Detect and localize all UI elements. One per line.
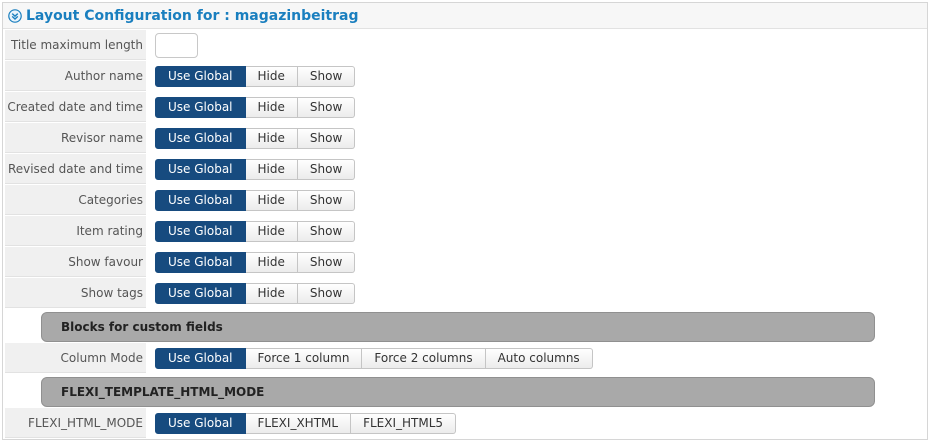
revised-date-and-time-show-button[interactable]: Show — [297, 159, 356, 180]
revised-date-and-time-row: Revised date and time Use Global Hide Show — [5, 154, 925, 184]
created-date-and-time-button-group: Use Global Hide Show — [155, 97, 356, 118]
column-mode-use-global-button[interactable]: Use Global — [155, 348, 246, 369]
show-favour-show-button[interactable]: Show — [297, 252, 356, 273]
item-rating-label: Item rating — [5, 216, 146, 246]
revised-date-and-time-hide-button[interactable]: Hide — [245, 159, 298, 180]
chevron-down-circle-icon[interactable] — [8, 9, 22, 23]
categories-show-button[interactable]: Show — [297, 190, 356, 211]
panel-title: Layout Configuration for : magazinbeitra… — [26, 8, 359, 24]
show-favour-button-group: Use Global Hide Show — [155, 252, 356, 273]
column-mode-force-2-columns-button[interactable]: Force 2 columns — [362, 348, 486, 369]
show-tags-row: Show tags Use Global Hide Show — [5, 278, 925, 308]
html-mode-use-global-button[interactable]: Use Global — [155, 413, 246, 434]
show-favour-hide-button[interactable]: Hide — [245, 252, 298, 273]
created-date-and-time-hide-button[interactable]: Hide — [245, 97, 298, 118]
html-mode-button-group: Use Global FLEXI_XHTML FLEXI_HTML5 — [155, 413, 457, 434]
created-date-and-time-row: Created date and time Use Global Hide Show — [5, 92, 925, 122]
item-rating-hide-button[interactable]: Hide — [245, 221, 298, 242]
revised-date-and-time-button-group: Use Global Hide Show — [155, 159, 356, 180]
revisor-name-button-group: Use Global Hide Show — [155, 128, 356, 149]
html-mode-label: FLEXI_HTML_MODE — [5, 408, 146, 438]
html-mode-flexi-html5-button[interactable]: FLEXI_HTML5 — [351, 413, 457, 434]
revised-date-and-time-label: Revised date and time — [5, 154, 146, 184]
item-rating-button-group: Use Global Hide Show — [155, 221, 356, 242]
revisor-name-hide-button[interactable]: Hide — [245, 128, 298, 149]
column-mode-auto-columns-button[interactable]: Auto columns — [485, 348, 593, 369]
categories-label: Categories — [5, 185, 146, 215]
template-html-mode-section-header[interactable]: FLEXI_TEMPLATE_HTML_MODE — [41, 377, 875, 407]
author-name-show-button[interactable]: Show — [297, 66, 356, 87]
html-mode-flexi-xhtml-button[interactable]: FLEXI_XHTML — [245, 413, 352, 434]
column-mode-row: Column Mode Use Global Force 1 column Forc… — [5, 343, 925, 373]
author-name-row: Author name Use Global Hide Show — [5, 61, 925, 91]
show-tags-button-group: Use Global Hide Show — [155, 283, 356, 304]
column-mode-force-1-column-button[interactable]: Force 1 column — [245, 348, 363, 369]
item-rating-row: Item rating Use Global Hide Show — [5, 216, 925, 246]
html-mode-row: FLEXI_HTML_MODE Use Global FLEXI_XHTML FLE… — [5, 408, 925, 438]
column-mode-label: Column Mode — [5, 343, 146, 373]
revisor-name-row: Revisor name Use Global Hide Show — [5, 123, 925, 153]
revised-date-and-time-use-global-button[interactable]: Use Global — [155, 159, 246, 180]
item-rating-show-button[interactable]: Show — [297, 221, 356, 242]
show-favour-row: Show favour Use Global Hide Show — [5, 247, 925, 277]
author-name-hide-button[interactable]: Hide — [245, 66, 298, 87]
categories-hide-button[interactable]: Hide — [245, 190, 298, 211]
show-favour-label: Show favour — [5, 247, 146, 277]
revisor-name-label: Revisor name — [5, 123, 146, 153]
author-name-label: Author name — [5, 61, 146, 91]
created-date-and-time-use-global-button[interactable]: Use Global — [155, 97, 246, 118]
panel-header[interactable]: Layout Configuration for : magazinbeitra… — [3, 3, 927, 29]
categories-button-group: Use Global Hide Show — [155, 190, 356, 211]
title-max-length-label: Title maximum length — [5, 30, 146, 60]
item-rating-use-global-button[interactable]: Use Global — [155, 221, 246, 242]
column-mode-button-group: Use Global Force 1 column Force 2 columns A… — [155, 348, 593, 369]
show-tags-label: Show tags — [5, 278, 146, 308]
author-name-button-group: Use Global Hide Show — [155, 66, 356, 87]
show-favour-use-global-button[interactable]: Use Global — [155, 252, 246, 273]
categories-row: Categories Use Global Hide Show — [5, 185, 925, 215]
created-date-and-time-label: Created date and time — [5, 92, 146, 122]
show-tags-hide-button[interactable]: Hide — [245, 283, 298, 304]
show-tags-use-global-button[interactable]: Use Global — [155, 283, 246, 304]
show-tags-show-button[interactable]: Show — [297, 283, 356, 304]
custom-fields-section-header[interactable]: Blocks for custom fields — [41, 312, 875, 342]
categories-use-global-button[interactable]: Use Global — [155, 190, 246, 211]
author-name-use-global-button[interactable]: Use Global — [155, 66, 246, 87]
revisor-name-use-global-button[interactable]: Use Global — [155, 128, 246, 149]
revisor-name-show-button[interactable]: Show — [297, 128, 356, 149]
layout-configuration-panel: Layout Configuration for : magazinbeitra… — [2, 2, 928, 440]
created-date-and-time-show-button[interactable]: Show — [297, 97, 356, 118]
title-max-length-row: Title maximum length — [5, 30, 925, 60]
title-max-length-input[interactable] — [155, 33, 198, 58]
